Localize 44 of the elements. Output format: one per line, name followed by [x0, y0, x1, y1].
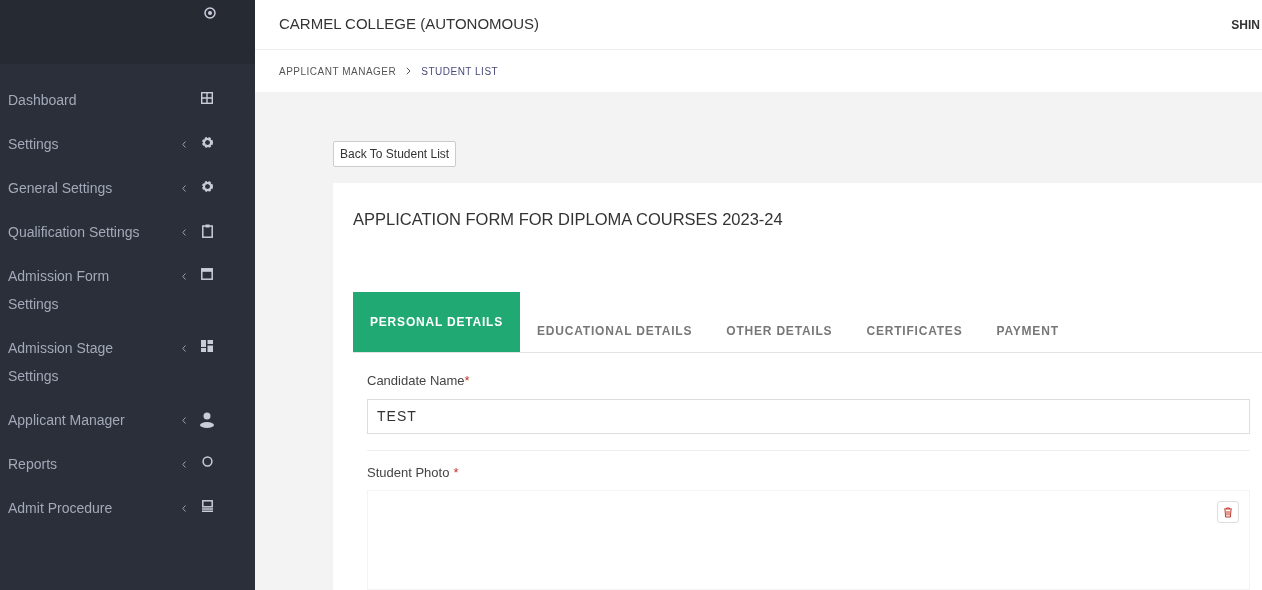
dashboard-icon [201, 340, 213, 352]
breadcrumb-link[interactable]: STUDENT LIST [421, 63, 499, 79]
chevron-icon [182, 141, 186, 148]
chevron-icon [182, 185, 186, 192]
form-title: APPLICATION FORM FOR DIPLOMA COURSES 2023-24 [353, 209, 784, 231]
tab[interactable]: CERTIFICATES [849, 310, 980, 352]
chevron-icon [182, 461, 186, 468]
user-icon [200, 412, 214, 428]
sidebar-item[interactable]: Dashboard [8, 86, 140, 114]
field-label: Candidate Name* [367, 372, 471, 390]
window-icon [201, 268, 213, 280]
candidate-name-field[interactable]: TEST [367, 398, 1250, 434]
trash-icon [1223, 506, 1233, 518]
sidebar-item[interactable]: Settings [8, 130, 140, 158]
tab[interactable]: EDUCATIONAL DETAILS [520, 310, 710, 352]
sidebar-item[interactable]: General Settings [8, 174, 140, 202]
chevron-icon [406, 67, 412, 76]
user-name[interactable]: SHIN [1231, 15, 1260, 34]
college-title: CARMEL COLLEGE (AUTONOMOUS) [279, 14, 540, 35]
tab[interactable]: PERSONAL DETAILS [353, 292, 521, 352]
tab[interactable]: PAYMENT [979, 310, 1076, 352]
circle-icon [201, 456, 213, 467]
back-button[interactable]: Back To Student List [333, 141, 457, 168]
grid-icon [201, 92, 213, 104]
sidebar-item[interactable]: Reports [8, 450, 140, 478]
sidebar-item[interactable]: Admission Form Settings [8, 262, 140, 318]
sidebar-item[interactable]: Admit Procedure [8, 494, 140, 522]
chevron-icon [182, 273, 186, 280]
field-label: Student Photo * [367, 463, 460, 482]
gear-icon [200, 180, 214, 193]
chevron-icon [182, 345, 186, 352]
chevron-icon [182, 229, 186, 236]
chevron-icon [182, 417, 186, 424]
sidebar-item[interactable]: Admission Stage Settings [8, 334, 140, 390]
target-icon[interactable] [204, 7, 216, 19]
clipboard-icon [201, 224, 213, 238]
sidebar-item[interactable]: Applicant Manager [8, 406, 140, 434]
chevron-icon [182, 505, 186, 512]
monitor-icon [201, 500, 213, 512]
sidebar-item[interactable]: Qualification Settings [8, 218, 140, 246]
tab[interactable]: OTHER DETAILS [709, 310, 850, 352]
breadcrumb-link[interactable]: APPLICANT MANAGER [279, 63, 397, 79]
delete-button[interactable] [1217, 501, 1239, 523]
gear-icon [200, 136, 214, 149]
